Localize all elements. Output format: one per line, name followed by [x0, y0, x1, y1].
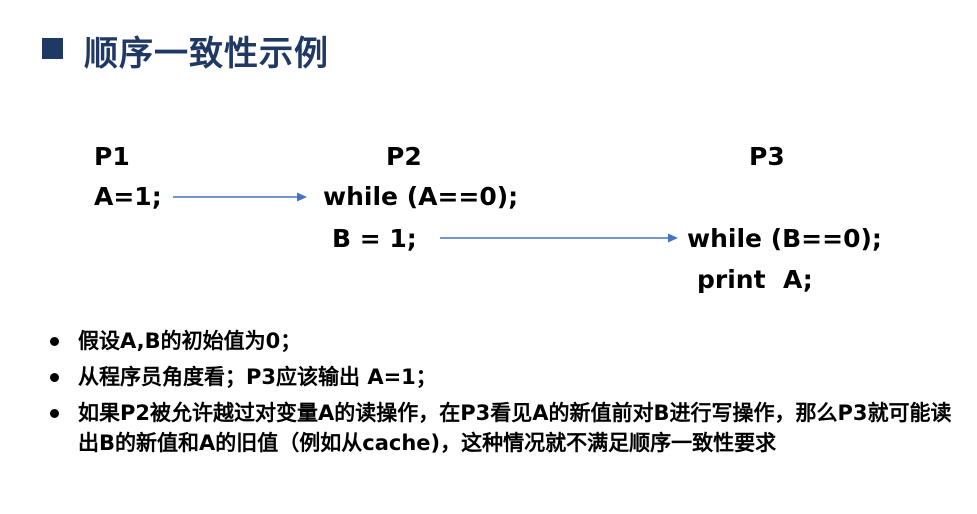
p3-code-line-1: while (B==0);: [687, 224, 882, 253]
bullet-dot-icon: [50, 373, 59, 382]
p1-code-line-1: A=1;: [94, 182, 162, 211]
arrow-p1-to-p2-icon: [173, 191, 307, 203]
p2-label: P2: [386, 142, 422, 171]
p3-label: P3: [749, 142, 785, 171]
arrow-p2-to-p3-icon: [440, 232, 678, 244]
slide-title: 顺序一致性示例: [84, 34, 329, 74]
p2-code-line-1: while (A==0);: [323, 182, 519, 211]
bullet-dot-icon: [50, 409, 59, 418]
bullet-dot-icon: [50, 337, 59, 346]
bullet-item: 从程序员角度看；P3应该输出 A=1；: [48, 362, 958, 392]
bullet-text: 从程序员角度看；P3应该输出 A=1；: [78, 365, 437, 389]
bullet-list: 假设A,B的初始值为0； 从程序员角度看；P3应该输出 A=1； 如果P2被允许…: [48, 326, 958, 458]
p1-label: P1: [94, 142, 130, 171]
bullet-item: 假设A,B的初始值为0；: [48, 326, 958, 356]
p2-code-line-2: B = 1;: [332, 224, 417, 253]
title-bullet-square: [42, 38, 63, 59]
bullet-text: 如果P2被允许越过对变量A的读操作，在P3看见A的新值前对B进行写操作，那么P3…: [78, 401, 952, 455]
p3-code-line-2: print A;: [697, 265, 813, 294]
bullet-text: 假设A,B的初始值为0；: [78, 329, 302, 353]
bullet-item: 如果P2被允许越过对变量A的读操作，在P3看见A的新值前对B进行写操作，那么P3…: [48, 398, 958, 458]
